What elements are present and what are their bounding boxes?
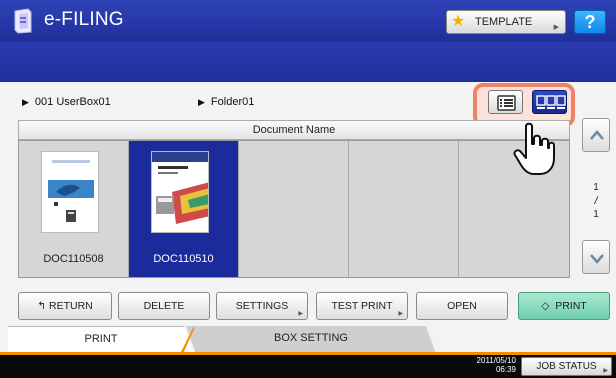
star-icon: ★	[450, 13, 466, 30]
submenu-arrow-icon: ▶	[298, 311, 303, 317]
total-pages: 1	[593, 209, 599, 220]
print-icon: ◇	[541, 300, 556, 312]
return-arrow-icon: ↰	[37, 300, 49, 312]
header-band	[0, 42, 616, 82]
settings-button[interactable]: SETTINGS ▶	[216, 292, 308, 320]
document-thumbnail	[41, 151, 99, 233]
scroll-down-button[interactable]	[582, 240, 610, 274]
status-bar: 2011/05/10 06:39 JOB STATUS ▶	[0, 355, 616, 378]
time: 06:39	[495, 365, 516, 374]
thumbnail-view-icon	[536, 95, 566, 109]
return-label: RETURN	[48, 300, 93, 312]
document-name: DOC110508	[43, 253, 104, 265]
settings-label: SETTINGS	[235, 300, 289, 312]
document-name-column-header: Document Name	[18, 120, 570, 140]
tab-box-setting[interactable]: BOX SETTING	[186, 326, 436, 354]
document-thumbnail-grid: DOC110508 DOC110510	[18, 140, 570, 278]
breadcrumb-folder-label: Folder01	[210, 96, 255, 108]
empty-document-cell	[239, 141, 349, 277]
play-triangle-icon: ▶	[22, 97, 29, 107]
help-button[interactable]: ?	[574, 10, 606, 34]
breadcrumb-folder[interactable]: ▶ Folder01	[198, 96, 254, 108]
breadcrumb-box[interactable]: ▶ 001 UserBox01	[22, 96, 111, 108]
datetime: 2011/05/10 06:39	[446, 356, 516, 374]
template-button[interactable]: ★ TEMPLATE ▶	[446, 10, 566, 34]
job-status-button[interactable]: JOB STATUS ▶	[521, 357, 612, 376]
app-title: e-FILING	[44, 9, 124, 30]
document-cell-selected[interactable]: DOC110510	[129, 141, 239, 277]
thumbnail-view-button[interactable]	[532, 90, 567, 114]
e-filing-app-icon	[14, 8, 32, 34]
action-bar: ↰ RETURN DELETE SETTINGS ▶ TEST PRINT ▶ OP…	[18, 292, 614, 320]
date: 2011/05/10	[476, 356, 516, 365]
submenu-arrow-icon: ▶	[553, 24, 559, 31]
chevron-up-icon	[590, 130, 604, 140]
document-name: DOC110510	[153, 253, 214, 265]
tab-print[interactable]: PRINT	[8, 326, 194, 354]
title-bar: e-FILING ★ TEMPLATE ▶ ?	[0, 0, 616, 42]
list-view-button[interactable]	[488, 90, 523, 114]
print-label: PRINT	[555, 300, 587, 312]
print-button[interactable]: ◇ PRINT	[518, 292, 610, 320]
document-thumbnail	[151, 151, 209, 233]
hand-cursor-icon	[513, 122, 555, 175]
return-button[interactable]: ↰ RETURN	[18, 292, 112, 320]
open-button[interactable]: OPEN	[416, 292, 508, 320]
delete-button[interactable]: DELETE	[118, 292, 210, 320]
template-label: TEMPLATE	[475, 16, 533, 28]
scroll-up-button[interactable]	[582, 118, 610, 152]
job-status-label: JOB STATUS	[536, 361, 597, 372]
test-print-button[interactable]: TEST PRINT ▶	[316, 292, 408, 320]
current-page: 1	[593, 182, 599, 193]
submenu-arrow-icon: ▶	[398, 311, 403, 317]
list-view-icon	[497, 95, 516, 111]
play-triangle-icon: ▶	[198, 97, 205, 107]
test-print-label: TEST PRINT	[331, 300, 393, 312]
document-cell[interactable]: DOC110508	[19, 141, 129, 277]
page-separator: /	[593, 194, 599, 208]
chevron-down-icon	[590, 254, 604, 264]
submenu-arrow-icon: ▶	[603, 368, 608, 374]
empty-document-cell	[349, 141, 459, 277]
breadcrumb-box-label: 001 UserBox01	[34, 96, 111, 108]
page-indicator: 1 / 1	[584, 182, 608, 220]
